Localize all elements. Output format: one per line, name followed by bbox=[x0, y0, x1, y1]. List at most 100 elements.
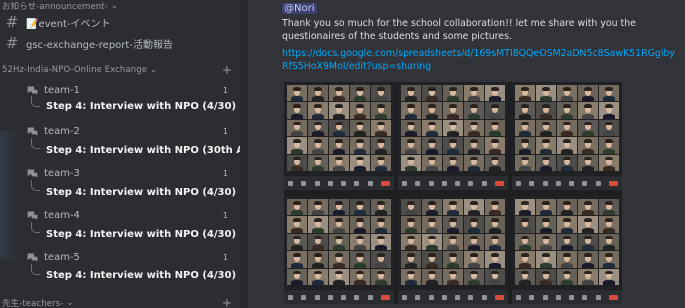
participant-tile bbox=[371, 251, 391, 268]
participant-tile bbox=[443, 251, 463, 268]
thread-item-team-3[interactable]: Step 4: Interview with NPO (4/30) and th… bbox=[46, 187, 240, 198]
spreadsheet-link[interactable]: https://docs.google.com/spreadsheets/d/1… bbox=[282, 47, 677, 73]
participant-tile bbox=[287, 251, 307, 268]
participant-tile bbox=[578, 233, 598, 251]
participant-tile bbox=[536, 119, 556, 137]
participant-tile bbox=[401, 154, 421, 171]
participant-tile bbox=[422, 199, 442, 216]
participant-tile bbox=[329, 137, 349, 154]
zoom-screenshot[interactable] bbox=[398, 82, 508, 190]
participant-tile bbox=[557, 216, 577, 233]
participant-tile bbox=[401, 216, 421, 233]
participant-tile bbox=[464, 137, 484, 154]
participant-tile bbox=[557, 154, 577, 171]
participant-tile bbox=[599, 119, 619, 137]
sidebar-item-team-2[interactable]: team-2 1 bbox=[0, 123, 240, 139]
team-label: team-5 bbox=[44, 251, 80, 263]
zoom-screenshot[interactable] bbox=[284, 196, 394, 304]
thread-connector-icon bbox=[31, 138, 40, 149]
participant-tile bbox=[422, 216, 442, 233]
participant-tile bbox=[350, 119, 370, 137]
participant-tile bbox=[485, 85, 505, 102]
participant-tile bbox=[485, 154, 505, 171]
participant-grid bbox=[401, 85, 505, 171]
participant-tile bbox=[515, 251, 535, 268]
sidebar-item-team-3[interactable]: team-3 1 bbox=[0, 165, 240, 181]
participant-tile bbox=[308, 251, 328, 268]
category-teachers[interactable]: 先生-teachers- ⌄ + bbox=[2, 297, 240, 308]
participant-tile bbox=[464, 85, 484, 102]
participant-tile bbox=[464, 119, 484, 137]
participant-tile bbox=[557, 119, 577, 137]
participant-tile bbox=[422, 119, 442, 137]
sidebar-item-team-4[interactable]: team-4 1 bbox=[0, 207, 240, 223]
participant-tile bbox=[443, 154, 463, 171]
participant-tile bbox=[422, 268, 442, 285]
participant-tile bbox=[536, 233, 556, 251]
participant-tile bbox=[485, 216, 505, 233]
participant-grid bbox=[287, 85, 391, 171]
thread-connector-icon bbox=[31, 222, 40, 233]
message-pane: @Nori Thank you so much for the school c… bbox=[248, 0, 685, 308]
participant-tile bbox=[350, 268, 370, 285]
add-channel-icon[interactable]: + bbox=[222, 63, 232, 77]
category-announcement[interactable]: お知らせ-announcement- ⌄ bbox=[2, 0, 240, 12]
participant-tile bbox=[578, 216, 598, 233]
participant-tile bbox=[536, 102, 556, 119]
zoom-screenshot[interactable] bbox=[398, 196, 508, 304]
participant-tile bbox=[422, 233, 442, 251]
participant-tile bbox=[578, 268, 598, 285]
participant-tile bbox=[464, 268, 484, 285]
participant-tile bbox=[401, 137, 421, 154]
sidebar-item-team-5[interactable]: team-5 1 bbox=[0, 249, 240, 265]
participant-tile bbox=[557, 268, 577, 285]
participant-tile bbox=[371, 137, 391, 154]
thread-connector-icon bbox=[31, 180, 40, 191]
participant-tile bbox=[371, 154, 391, 171]
participant-tile bbox=[350, 216, 370, 233]
participant-tile bbox=[578, 85, 598, 102]
add-channel-icon[interactable]: + bbox=[222, 297, 232, 308]
participant-tile bbox=[599, 251, 619, 268]
category-label: お知らせ-announcement- bbox=[2, 1, 108, 12]
participant-tile bbox=[578, 119, 598, 137]
participant-tile bbox=[515, 85, 535, 102]
chevron-down-icon: ⌄ bbox=[150, 65, 158, 75]
participant-tile bbox=[599, 154, 619, 171]
participant-tile bbox=[557, 251, 577, 268]
thread-item-team-4[interactable]: Step 4: Interview with NPO (4/30) and th… bbox=[46, 229, 240, 240]
participant-tile bbox=[599, 199, 619, 216]
thread-item-team-2[interactable]: Step 4: Interview with NPO (30th April) bbox=[46, 145, 240, 156]
team-label: team-2 bbox=[44, 125, 80, 137]
zoom-screenshot[interactable] bbox=[512, 82, 622, 190]
participant-tile bbox=[536, 268, 556, 285]
participant-tile bbox=[287, 85, 307, 102]
participant-tile bbox=[371, 199, 391, 216]
participant-tile bbox=[350, 85, 370, 102]
participant-tile bbox=[536, 85, 556, 102]
participant-grid bbox=[401, 199, 505, 285]
participant-tile bbox=[443, 102, 463, 119]
thread-item-team-5[interactable]: Step 4: Interview with NPO (4/30) and th… bbox=[46, 270, 240, 281]
participant-tile bbox=[578, 137, 598, 154]
hash-icon: # bbox=[5, 13, 19, 31]
thread-connector-icon bbox=[31, 96, 40, 107]
pane-divider bbox=[240, 0, 248, 308]
unread-count: 1 bbox=[222, 85, 228, 95]
participant-tile bbox=[401, 119, 421, 137]
team-label: team-1 bbox=[44, 84, 80, 96]
thread-item-team-1[interactable]: Step 4: Interview with NPO (4/30) and th… bbox=[46, 101, 240, 112]
participant-tile bbox=[308, 233, 328, 251]
category-52hz-team[interactable]: 52Hz-India-NPO-Online Exchange ⌄ + bbox=[2, 63, 240, 77]
participant-tile bbox=[308, 137, 328, 154]
zoom-screenshot[interactable] bbox=[284, 82, 394, 190]
user-mention[interactable]: @Nori bbox=[282, 3, 317, 14]
participant-tile bbox=[485, 119, 505, 137]
participant-tile bbox=[443, 233, 463, 251]
zoom-screenshot[interactable] bbox=[512, 196, 622, 304]
participant-tile bbox=[422, 251, 442, 268]
channel-event[interactable]: # 📝event-イベント bbox=[4, 12, 240, 32]
channel-gsc-exchange-report[interactable]: # gsc-exchange-report-活動報告 bbox=[4, 33, 240, 53]
participant-tile bbox=[287, 199, 307, 216]
participant-tile bbox=[536, 216, 556, 233]
